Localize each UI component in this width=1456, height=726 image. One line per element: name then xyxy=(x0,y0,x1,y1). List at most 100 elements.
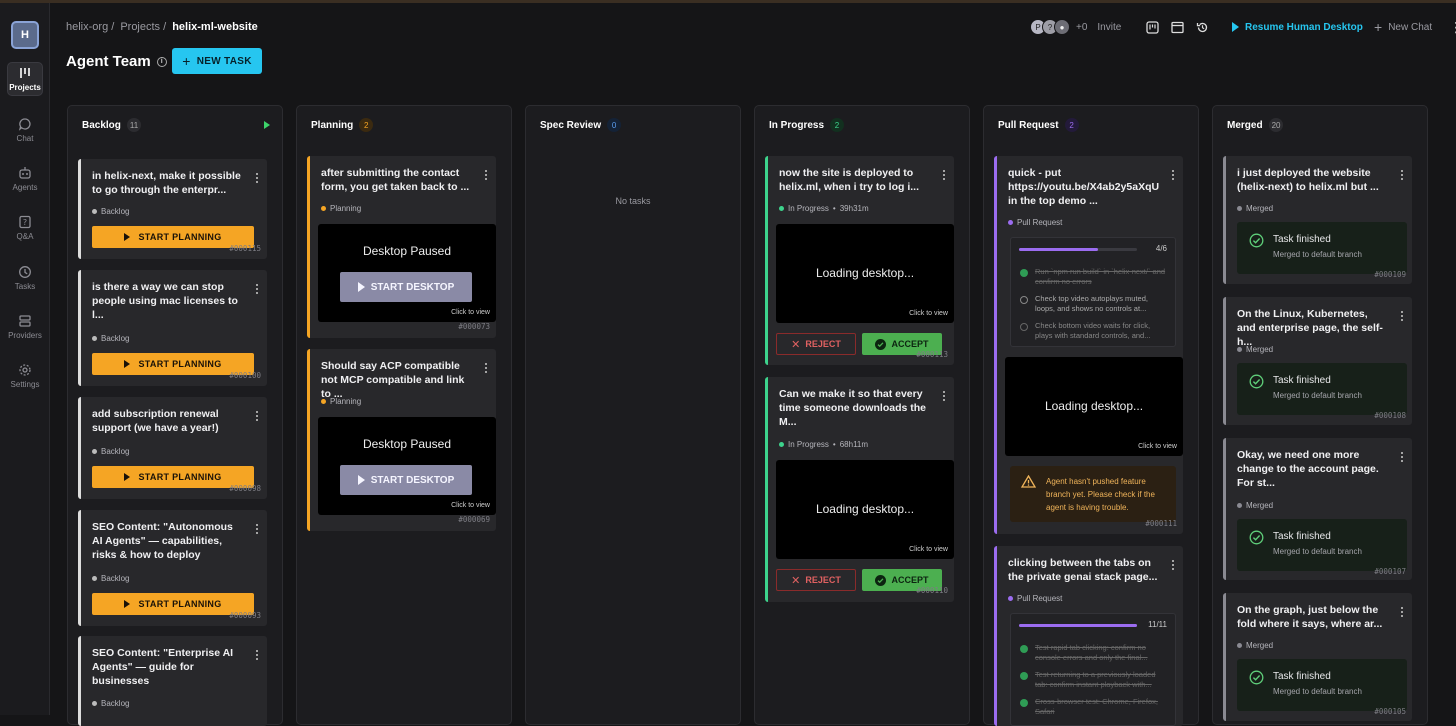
page-title-text: Agent Team xyxy=(66,53,151,70)
column-count-badge: 11 xyxy=(126,118,142,132)
task-card[interactable]: Should say ACP compatible not MCP compat… xyxy=(307,349,496,531)
sidebar-item-providers[interactable]: Providers xyxy=(0,314,50,340)
task-title: add subscription renewal support (we hav… xyxy=(92,408,219,434)
more-icon[interactable] xyxy=(943,170,946,182)
checklist-item: Check bottom video waits for click, play… xyxy=(1035,321,1151,340)
check-circle-icon xyxy=(1020,269,1028,277)
task-card[interactable]: quick - put https://youtu.be/X4ab2y5aXqU… xyxy=(994,156,1183,534)
desktop-preview[interactable]: Loading desktop... Click to view xyxy=(1005,357,1183,456)
checklist-item: Run `npm run build` in `helix-next/` and… xyxy=(1035,267,1166,286)
resume-desktop-button[interactable]: Resume Human Desktop xyxy=(1232,17,1363,37)
finished-title: Task finished xyxy=(1273,671,1331,682)
more-icon[interactable] xyxy=(1401,452,1404,464)
sidebar-item-agents[interactable]: Agents xyxy=(0,166,50,192)
task-id: #000113 xyxy=(916,350,948,359)
kanban-icon[interactable] xyxy=(1146,20,1159,34)
new-chat-button[interactable]: + New Chat xyxy=(1374,17,1432,37)
sidebar-item-settings[interactable]: Settings xyxy=(0,363,50,389)
overflow-icon[interactable]: ⋮ xyxy=(1449,17,1456,37)
more-icon[interactable] xyxy=(256,411,259,423)
sidebar-item-projects[interactable]: Projects xyxy=(7,62,43,96)
check-circle-icon xyxy=(1249,530,1264,545)
more-icon[interactable] xyxy=(485,170,488,182)
checklist-item: Check top video autoplays muted, loops, … xyxy=(1035,294,1148,313)
start-desktop-button[interactable]: START DESKTOP xyxy=(340,272,472,302)
more-icon[interactable] xyxy=(256,284,259,296)
task-card[interactable]: now the site is deployed to helix.ml, wh… xyxy=(765,156,954,365)
window-icon[interactable] xyxy=(1171,21,1184,34)
task-card[interactable]: SEO Content: "Autonomous AI Agents" — ca… xyxy=(78,510,267,626)
play-icon xyxy=(124,600,131,608)
task-card[interactable]: On the Linux, Kubernetes, and enterprise… xyxy=(1223,297,1412,425)
task-finished-panel: Task finished Merged to default branch xyxy=(1237,659,1407,711)
task-id: #000069 xyxy=(458,515,490,524)
play-icon xyxy=(124,360,131,368)
new-chat-label: New Chat xyxy=(1388,21,1433,33)
column-count-badge: 2 xyxy=(359,118,374,132)
chat-icon xyxy=(18,118,31,131)
more-icon[interactable] xyxy=(1401,311,1404,323)
task-card[interactable]: On the graph, just below the fold where … xyxy=(1223,593,1412,721)
desktop-preview[interactable]: Loading desktop... Click to view xyxy=(776,224,954,323)
org-avatar[interactable]: H xyxy=(11,21,39,49)
click-to-view: Click to view xyxy=(451,309,490,316)
sidebar-item-tasks[interactable]: Tasks xyxy=(0,265,50,291)
more-icon[interactable] xyxy=(1401,170,1404,182)
desktop-preview[interactable]: Desktop Paused START DESKTOP Click to vi… xyxy=(318,417,496,515)
finished-subtitle: Merged to default branch xyxy=(1273,547,1362,556)
task-title: quick - put https://youtu.be/X4ab2y5aXqU… xyxy=(1008,167,1160,207)
start-desktop-button[interactable]: START DESKTOP xyxy=(340,465,472,495)
reject-button[interactable]: ✕ REJECT xyxy=(776,569,856,591)
new-task-label: NEW TASK xyxy=(196,55,252,67)
breadcrumb-org[interactable]: helix-org xyxy=(66,21,108,33)
column-title: Pull Request xyxy=(998,119,1059,131)
desktop-preview[interactable]: Loading desktop... Click to view xyxy=(776,460,954,559)
task-title: SEO Content: "Autonomous AI Agents" — ca… xyxy=(92,521,233,561)
column-title: Planning xyxy=(311,119,354,131)
task-card[interactable]: clicking between the tabs on the private… xyxy=(994,546,1183,726)
task-card[interactable]: is there a way we can stop people using … xyxy=(78,270,267,386)
history-icon[interactable] xyxy=(1196,21,1209,34)
task-title: now the site is deployed to helix.ml, wh… xyxy=(779,167,920,193)
more-icon[interactable] xyxy=(1172,560,1175,572)
more-icon[interactable] xyxy=(256,173,259,185)
task-title: Okay, we need one more change to the acc… xyxy=(1237,449,1379,489)
task-id: #000111 xyxy=(1145,519,1177,528)
task-card[interactable]: SEO Content: "Enterprise AI Agents" — gu… xyxy=(78,636,267,726)
status-badge: Backlog xyxy=(92,207,129,216)
column-pull-request: Pull Request 2 quick - put https://youtu… xyxy=(983,105,1199,726)
user-icon[interactable]: ● xyxy=(1054,19,1070,35)
new-task-button[interactable]: + NEW TASK xyxy=(172,48,262,74)
info-icon[interactable]: i xyxy=(156,56,167,67)
desktop-preview[interactable]: Desktop Paused START DESKTOP Click to vi… xyxy=(318,224,496,322)
column-title: Merged xyxy=(1227,119,1263,131)
column-title: Spec Review xyxy=(540,119,602,131)
task-card[interactable]: in helix-next, make it possible to go th… xyxy=(78,159,267,259)
breadcrumb-projects[interactable]: Projects xyxy=(120,21,160,33)
more-icon[interactable] xyxy=(1401,607,1404,619)
sidebar-item-label: Providers xyxy=(8,331,42,340)
task-card[interactable]: after submitting the contact form, you g… xyxy=(307,156,496,338)
column-in-progress: In Progress 2 now the site is deployed t… xyxy=(754,105,970,725)
more-icon[interactable] xyxy=(1172,170,1175,182)
task-card[interactable]: add subscription renewal support (we hav… xyxy=(78,397,267,499)
more-icon[interactable] xyxy=(485,363,488,375)
check-circle-icon xyxy=(1249,670,1264,685)
task-card[interactable]: Okay, we need one more change to the acc… xyxy=(1223,438,1412,580)
sidebar-item-label: Q&A xyxy=(16,232,34,241)
desktop-status: Loading desktop... xyxy=(1044,399,1144,413)
reject-button[interactable]: ✕ REJECT xyxy=(776,333,856,355)
desktop-status: Desktop Paused xyxy=(362,244,452,258)
more-icon[interactable] xyxy=(943,391,946,403)
play-icon[interactable] xyxy=(264,121,270,129)
more-icon[interactable] xyxy=(256,524,259,536)
invite-button[interactable]: Invite xyxy=(1097,22,1121,33)
task-id: #000100 xyxy=(229,371,261,380)
sidebar: H Projects Chat Agents ? Q&A Tasks Provi… xyxy=(0,3,50,715)
sidebar-item-qa[interactable]: ? Q&A xyxy=(0,215,50,241)
task-finished-panel: Task finished Merged to default branch xyxy=(1237,363,1407,415)
task-card[interactable]: i just deployed the website (helix-next)… xyxy=(1223,156,1412,284)
more-icon[interactable] xyxy=(256,650,259,662)
sidebar-item-chat[interactable]: Chat xyxy=(0,117,50,143)
task-card[interactable]: Can we make it so that every time someon… xyxy=(765,377,954,602)
